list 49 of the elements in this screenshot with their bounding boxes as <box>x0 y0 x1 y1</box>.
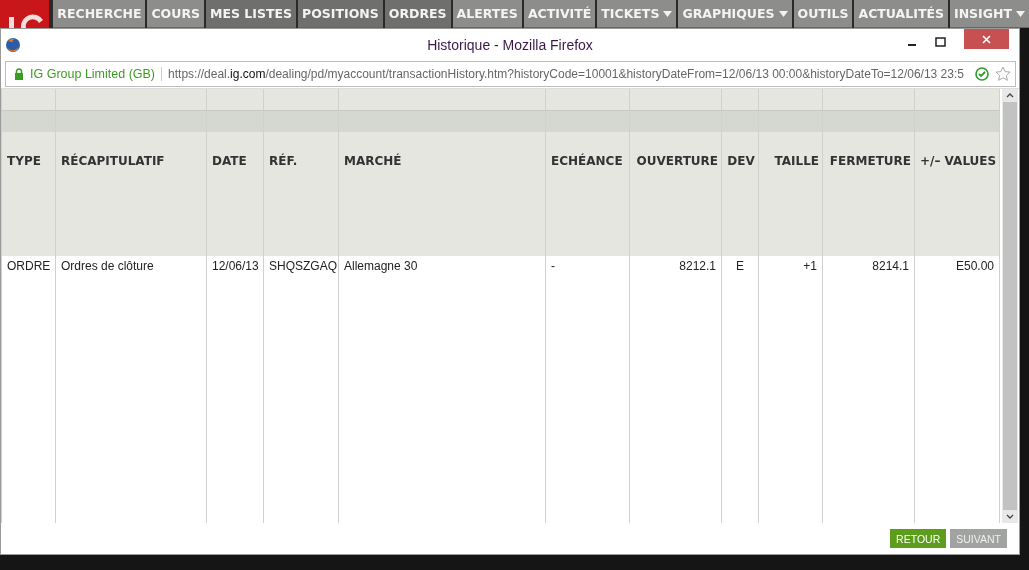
column-header: DATE <box>206 132 264 256</box>
table-cell: Allemagne 30 <box>338 256 546 279</box>
column-header: MARCHÉ <box>338 132 546 256</box>
url-text[interactable]: https://deal.ig.com/dealing/pd/myaccount/transactionHistory.htm?historyCode=10001&historyDateFrom=12/06/13 00:00&historyDateTo=12/06/13 23:5 <box>168 67 969 81</box>
nav-tab[interactable]: ACTUALITÉS <box>854 0 948 28</box>
scroll-down-icon[interactable] <box>1006 514 1014 519</box>
table-cell: 8212.1 <box>629 256 722 279</box>
nav-tab[interactable]: POSITIONS <box>298 0 383 28</box>
address-bar[interactable]: IG Group Limited (GB) https://deal.ig.com/dealing/pd/myaccount/transactionHistory.htm?historyCode=10001&historyDateFrom=12/06/13 00:00&historyDateTo=12/06/13 23:5 <box>5 61 1016 87</box>
nav-tab[interactable]: ACTIVITÉ <box>523 0 596 28</box>
column-header: RÉF. <box>263 132 339 256</box>
column-header: FERMETURE <box>822 132 915 256</box>
nav-button[interactable]: RETOUR <box>890 529 947 548</box>
lock-icon <box>14 68 24 80</box>
nav-tab[interactable]: RECHERCHE <box>53 0 146 28</box>
browser-logo-icon <box>5 37 21 53</box>
nav-tab[interactable]: MES LISTES <box>206 0 297 28</box>
column-header: TAILLE <box>758 132 823 256</box>
scrollbar[interactable] <box>1002 89 1018 523</box>
column-header: ECHÉANCE <box>545 132 630 256</box>
window-title: Historique - Mozilla Firefox <box>427 37 593 53</box>
nav-tab[interactable]: GRAPHIQUES <box>678 0 792 28</box>
site-identity[interactable]: IG Group Limited (GB) <box>30 67 163 81</box>
nav-tab[interactable]: COURS <box>147 0 204 28</box>
table-cell: 8214.1 <box>822 256 915 279</box>
column-header: OUVERTURE <box>629 132 722 256</box>
table-cell: Ordres de clôture <box>55 256 207 279</box>
table-cell: SHQSZGAQ <box>263 256 339 279</box>
maximize-icon[interactable] <box>935 37 946 47</box>
nav-tab[interactable]: OUTILS <box>793 0 853 28</box>
table-cell: - <box>545 256 630 279</box>
column-header: RÉCAPITULATIF <box>55 132 207 256</box>
star-icon[interactable] <box>995 66 1011 82</box>
close-button[interactable] <box>964 29 1009 49</box>
scroll-up-icon[interactable] <box>1006 93 1014 98</box>
column-header: TYPE <box>1 132 56 256</box>
close-icon <box>982 34 991 44</box>
column-header: DEV <box>721 132 759 256</box>
column-header: +/– VALUES <box>914 132 1000 256</box>
check-icon <box>975 67 989 81</box>
table-cell: ORDRE <box>1 256 56 279</box>
nav-tab[interactable]: ALERTES <box>452 0 522 28</box>
nav-tab[interactable]: TICKETS <box>597 0 677 28</box>
nav-tab[interactable]: INSIGHT <box>950 0 1029 28</box>
table-cell: E <box>721 256 759 279</box>
table-cell: E50.00 <box>914 256 1000 279</box>
table-cell: +1 <box>758 256 823 279</box>
table-cell: 12/06/13 <box>206 256 264 279</box>
nav-tab[interactable]: ORDRES <box>384 0 451 28</box>
